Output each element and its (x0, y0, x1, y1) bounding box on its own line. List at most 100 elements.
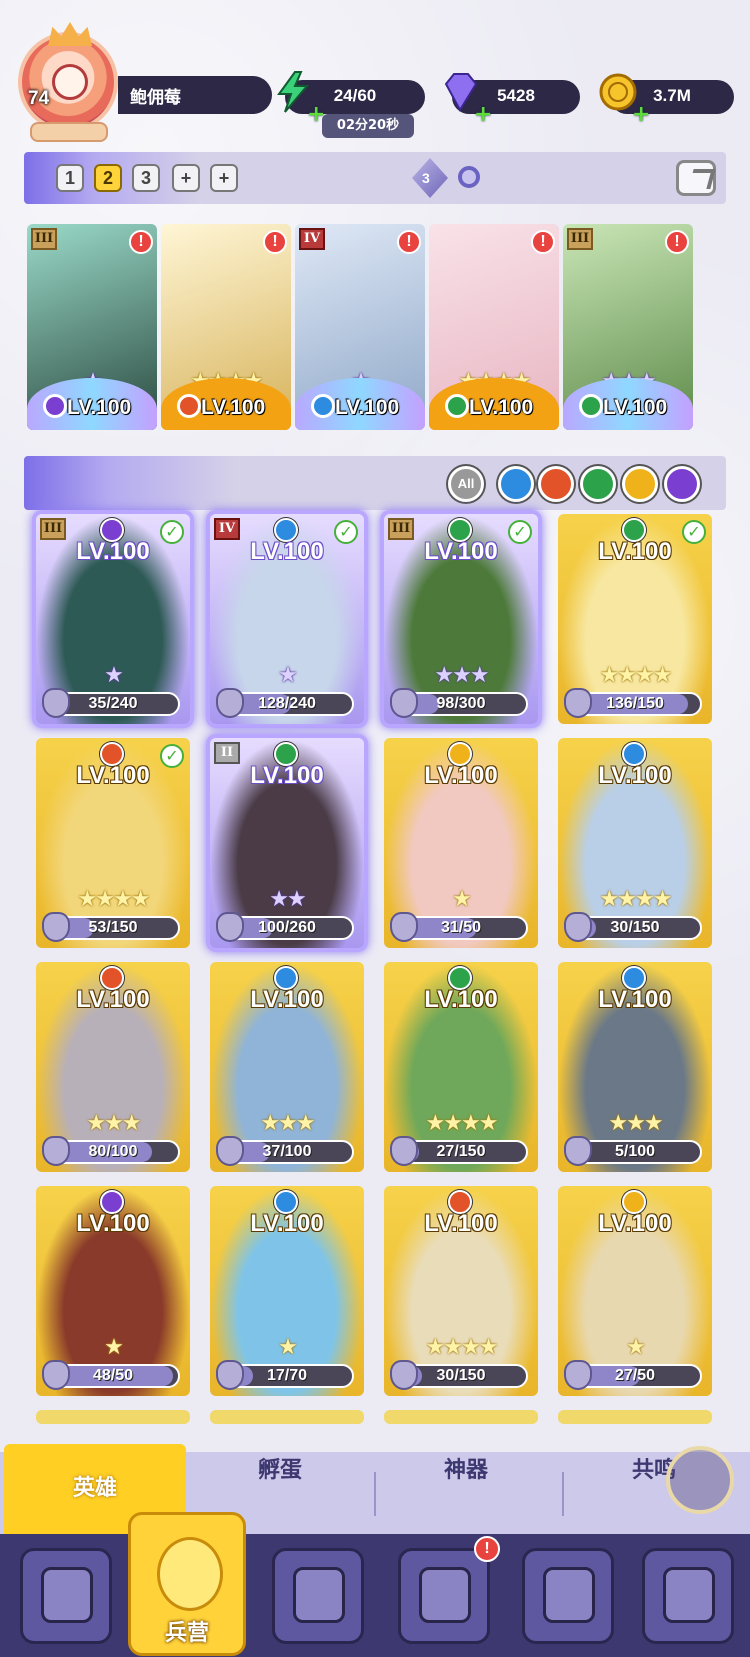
shard-progress-text: 5/100 (614, 1143, 656, 1160)
avatar-portrait (52, 64, 88, 100)
shard-progress-text: 128/240 (258, 695, 316, 712)
nav-shop[interactable] (642, 1548, 734, 1644)
star-rating: ★★★★ (425, 1111, 499, 1136)
rank-badge: III (388, 518, 414, 540)
floating-menu-button[interactable] (666, 1446, 734, 1514)
shard-progress-text: 53/150 (88, 919, 138, 936)
shard-progress-bar: 80/100 (42, 1136, 180, 1166)
hero-card[interactable]: ✓ LV.100 ★★★★ 53/150 (36, 738, 190, 948)
nav-castle[interactable] (398, 1548, 490, 1644)
hero-level: LV.100 (250, 1210, 324, 1237)
shard-progress-bar: 30/150 (564, 912, 702, 942)
fire-element-icon (177, 394, 201, 418)
gem-counter[interactable]: + 5428 (444, 73, 580, 127)
team-slot[interactable]: IV ! ★ LV.100 (295, 224, 425, 430)
hero-card-partial (558, 1410, 712, 1424)
hero-card[interactable]: LV.100 ★ 48/50 (36, 1186, 190, 1396)
player-avatar[interactable]: 74 (14, 22, 124, 142)
nav-cards[interactable] (20, 1548, 112, 1644)
hero-card[interactable]: ✓ LV.100 ★★★★ 136/150 (558, 514, 712, 724)
preset-2-button[interactable]: 2 (94, 164, 122, 192)
add-preset-button[interactable]: + (172, 164, 200, 192)
rank-badge: III (567, 228, 593, 250)
hero-level: LV.100 (250, 986, 324, 1013)
shard-progress-bar: 100/260 (216, 912, 354, 942)
rank-badge: III (40, 518, 66, 540)
hero-card[interactable]: LV.100 ★★★ 80/100 (36, 962, 190, 1172)
hero-card[interactable]: LV.100 ★★★ 37/100 (210, 962, 364, 1172)
hero-card[interactable]: LV.100 ★ 27/50 (558, 1186, 712, 1396)
filter-water-icon[interactable] (498, 466, 534, 502)
hero-card[interactable]: IV ✓ LV.100 ★ 128/240 (210, 514, 364, 724)
hero-card[interactable]: LV.100 ★★★★ 30/150 (558, 738, 712, 948)
rank-badge: IV (214, 518, 240, 540)
shard-progress-text: 35/240 (88, 695, 138, 712)
nav-map[interactable] (272, 1548, 364, 1644)
bottom-nav: 兵营 (0, 1512, 750, 1657)
hero-level: LV.100 (76, 762, 150, 789)
star-rating: ★★★★ (599, 663, 673, 688)
filter-nature-icon[interactable] (580, 466, 616, 502)
shard-progress-bar: 5/100 (564, 1136, 702, 1166)
star-rating: ★ (104, 663, 124, 688)
hero-level: LV.100 (424, 986, 498, 1013)
tab-artifact[interactable]: 神器 (376, 1452, 556, 1534)
alert-badge: ! (129, 230, 153, 254)
shard-progress-bar: 17/70 (216, 1360, 354, 1390)
alert-badge: ! (263, 230, 287, 254)
team-slot[interactable]: ! ★★★★ LV.100 (161, 224, 291, 430)
hero-level: LV.100 (76, 538, 150, 565)
filter-dark-icon[interactable] (664, 466, 700, 502)
player-name: 鲍佣莓 (130, 88, 181, 108)
filter-fire-icon[interactable] (538, 466, 574, 502)
preset-1-button[interactable]: 1 (56, 164, 84, 192)
dark-element-icon (43, 394, 67, 418)
nav-barracks[interactable]: 兵营 (128, 1512, 246, 1656)
hero-card[interactable]: III ✓ LV.100 ★★★ 98/300 (384, 514, 538, 724)
nav-guild[interactable] (522, 1548, 614, 1644)
shard-progress-text: 136/150 (606, 695, 664, 712)
hero-card[interactable]: II LV.100 ★★ 100/260 (210, 738, 364, 948)
shard-progress-bar: 48/50 (42, 1360, 180, 1390)
hero-level: LV.100 (76, 986, 150, 1013)
shard-progress-text: 27/150 (436, 1143, 486, 1160)
shard-progress-text: 98/300 (436, 695, 486, 712)
hero-card[interactable]: LV.100 ★ 31/50 (384, 738, 538, 948)
rank-badge: IV (299, 228, 325, 250)
energy-counter[interactable]: + 24/60 (277, 71, 425, 127)
shard-progress-bar: 27/50 (564, 1360, 702, 1390)
hero-card-partial (36, 1410, 190, 1424)
nature-element-icon (445, 394, 469, 418)
search-icon[interactable] (458, 166, 480, 188)
hero-level: LV.100 (76, 1210, 150, 1237)
player-name-bar[interactable]: 鲍佣莓 (118, 76, 272, 114)
gold-counter[interactable]: + 3.7M (599, 73, 734, 127)
add-preset-button-2[interactable]: + (210, 164, 238, 192)
hero-card[interactable]: LV.100 ★ 17/70 (210, 1186, 364, 1396)
filter-light-icon[interactable] (622, 466, 658, 502)
hero-card-partial (210, 1410, 364, 1424)
shard-progress-bar: 128/240 (216, 688, 354, 718)
nav-alert-badge: ! (474, 1536, 500, 1562)
team-preset-bar: 1 2 3 + + 3 (24, 152, 726, 204)
relic-gem-icon[interactable]: 3 (412, 158, 448, 198)
hero-card[interactable]: LV.100 ★★★★ 30/150 (384, 1186, 538, 1396)
hero-level: LV.100 (67, 396, 132, 419)
hero-card[interactable]: LV.100 ★★★ 5/100 (558, 962, 712, 1172)
team-slot[interactable]: ! ★★★★ LV.100 (429, 224, 559, 430)
filter-all-button[interactable]: All (448, 466, 484, 502)
hero-card[interactable]: LV.100 ★★★★ 27/150 (384, 962, 538, 1172)
nav-barracks-label: 兵营 (164, 1621, 209, 1646)
shard-progress-bar: 31/50 (390, 912, 528, 942)
shard-progress-text: 37/100 (262, 1143, 312, 1160)
star-rating: ★★★ (608, 1111, 663, 1136)
star-rating: ★ (452, 887, 472, 912)
team-slot[interactable]: III ! ★★★ LV.100 (563, 224, 693, 430)
shard-progress-bar: 37/100 (216, 1136, 354, 1166)
hero-level: LV.100 (598, 762, 672, 789)
team-slot[interactable]: III ! ★ LV.100 (27, 224, 157, 430)
preset-3-button[interactable]: 3 (132, 164, 160, 192)
gold-value: 3.7M (653, 86, 691, 105)
share-icon[interactable] (676, 160, 716, 196)
hero-card[interactable]: III ✓ LV.100 ★ 35/240 (36, 514, 190, 724)
